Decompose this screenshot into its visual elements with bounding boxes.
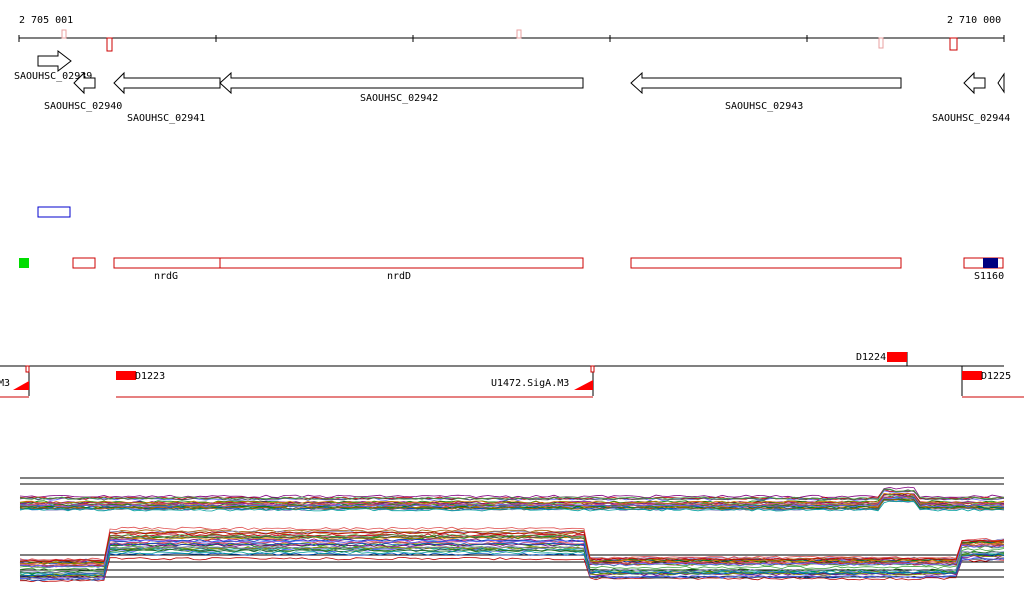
segment-M3[interactable]: M3: [0, 378, 29, 390]
gene-SAOUHSC_02942[interactable]: SAOUHSC_02942: [219, 71, 584, 104]
end-coordinate: 2 710 000: [947, 15, 1001, 26]
segment-D1223[interactable]: D1223: [116, 371, 165, 382]
feature-label: nrdG: [154, 271, 178, 282]
feature-track: nrdG nrdD S1160: [19, 206, 1004, 282]
gene-SAOUHSC_02944[interactable]: SAOUHSC_02944: [932, 71, 1010, 124]
segment-D1224[interactable]: D1224: [856, 352, 907, 363]
segment-label: D1225: [981, 371, 1011, 382]
feature-nrdG[interactable]: nrdG: [113, 257, 221, 282]
segment-label: D1223: [135, 371, 165, 382]
green-marker[interactable]: [19, 258, 29, 268]
segment-label: M3: [0, 378, 10, 389]
segment-label: D1224: [856, 352, 886, 363]
feature-S1160[interactable]: S1160: [963, 257, 1004, 282]
expression-profile-line: [19, 489, 1005, 500]
start-coordinate: 2 705 001: [19, 15, 73, 26]
gene-SAOUHSC_02941[interactable]: SAOUHSC_02941: [113, 71, 221, 124]
expression-track-upper: [19, 477, 1005, 512]
expression-profile-line: [19, 486, 1005, 499]
segment-track: M3 D1223 U1472.SigA.M3 D1224 D1225: [0, 352, 1024, 398]
blue-feature-box[interactable]: [37, 206, 71, 218]
expression-track-lower: [19, 526, 1005, 583]
feature-nrdD[interactable]: nrdD: [219, 257, 584, 282]
segment-U1472-SigA-M3[interactable]: U1472.SigA.M3: [491, 378, 593, 390]
segment-label: U1472.SigA.M3: [491, 378, 569, 389]
gene-label: SAOUHSC_02942: [360, 93, 438, 104]
gene-track: SAOUHSC_02939 SAOUHSC_02940 SAOUHSC_0294…: [14, 49, 1010, 124]
feature-box[interactable]: [630, 257, 902, 269]
feature-label: S1160: [974, 271, 1004, 282]
gene-label: SAOUHSC_02941: [127, 113, 205, 124]
feature-label: nrdD: [387, 271, 411, 282]
gene-label: SAOUHSC_02944: [932, 113, 1010, 124]
gene-label: SAOUHSC_02943: [725, 101, 803, 112]
gene-label: SAOUHSC_02940: [44, 101, 122, 112]
genome-browser-view[interactable]: 2 705 001 2 710 000 SAOUHSC_02939 SAOUHS…: [0, 0, 1024, 611]
coordinate-axis: 2 705 001 2 710 000: [18, 15, 1005, 52]
segment-D1225[interactable]: D1225: [962, 371, 1011, 382]
gene-SAOUHSC_02943[interactable]: SAOUHSC_02943: [630, 71, 902, 112]
feature-box[interactable]: [72, 257, 96, 269]
